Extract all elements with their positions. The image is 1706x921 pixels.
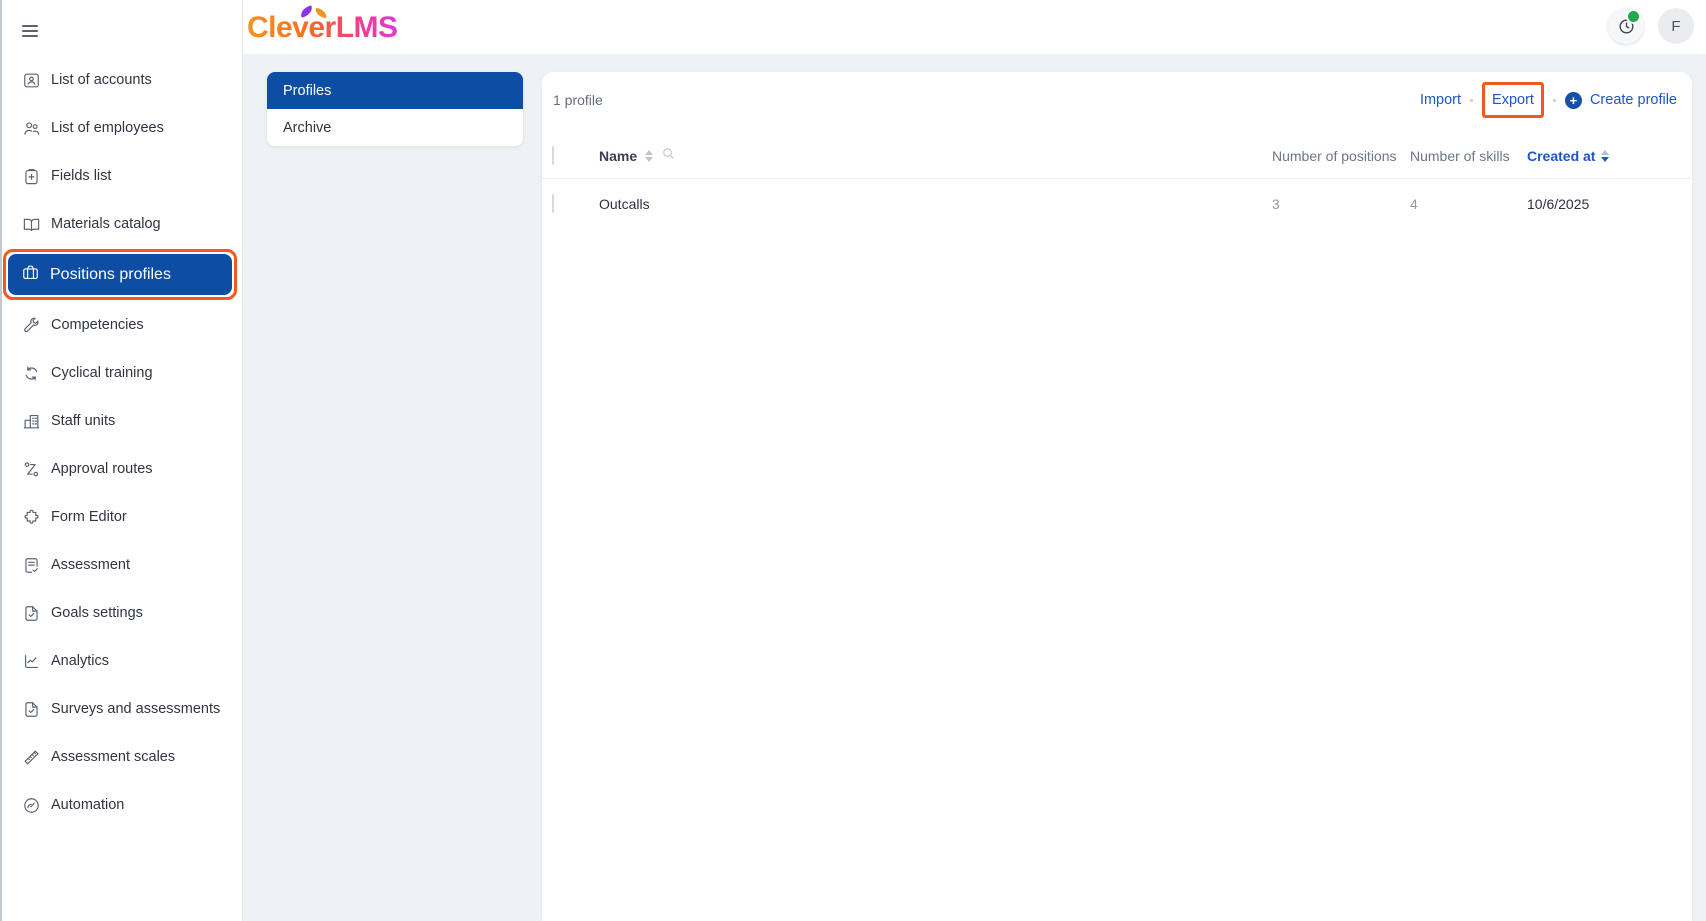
sidebar-item-label: Positions profiles <box>50 265 171 283</box>
ruler-icon <box>21 747 41 767</box>
column-header-skills[interactable]: Number of skills <box>1410 148 1527 164</box>
sort-icon-active <box>1601 150 1610 162</box>
sidebar-item-staff-units[interactable]: Staff units <box>0 397 242 445</box>
open-book-icon <box>21 214 41 234</box>
separator-dot <box>1552 98 1556 102</box>
import-button[interactable]: Import <box>1420 92 1461 108</box>
highlight-outline: Positions profiles <box>3 249 237 300</box>
column-header-created-at[interactable]: Created at <box>1527 148 1677 164</box>
people-icon <box>21 118 41 138</box>
sidebar-item-form-editor[interactable]: Form Editor <box>0 493 242 541</box>
sidebar-item-positions-profiles[interactable]: Positions profiles <box>8 254 232 295</box>
sidebar-item-list-of-employees[interactable]: List of employees <box>0 104 242 152</box>
toolbar-actions: Import Export + Create profile <box>1420 82 1677 118</box>
sidebar-item-label: Assessment scales <box>51 749 176 765</box>
sidebar-item-assessment-scales[interactable]: Assessment scales <box>0 733 242 781</box>
search-icon[interactable] <box>661 146 676 166</box>
recent-activity-button[interactable] <box>1608 8 1644 44</box>
column-header-positions[interactable]: Number of positions <box>1272 148 1410 164</box>
line-chart-icon <box>21 651 41 671</box>
building-icon <box>21 411 41 431</box>
sidebar-item-label: Materials catalog <box>51 216 161 232</box>
refresh-icon <box>21 363 41 383</box>
tab-archive-label: Archive <box>283 119 332 136</box>
hamburger-menu-button[interactable] <box>22 20 48 42</box>
sidebar-item-label: Fields list <box>51 168 112 184</box>
export-button[interactable]: Export <box>1492 92 1534 108</box>
sidebar-item-label: Cyclical training <box>51 365 153 381</box>
sidebar-item-label: Surveys and assessments <box>51 701 221 717</box>
cell-created-at: 10/6/2025 <box>1527 196 1590 212</box>
sidebar: List of accounts List of employees Field… <box>0 0 243 921</box>
tab-profiles[interactable]: Profiles <box>267 72 523 109</box>
sidebar-item-competencies[interactable]: Competencies <box>0 301 242 349</box>
file-check-icon <box>21 699 41 719</box>
sidebar-item-label: Competencies <box>51 317 144 333</box>
column-header-created-at-label: Created at <box>1527 148 1596 164</box>
sidebar-item-label: Assessment <box>51 557 130 573</box>
row-checkbox[interactable] <box>552 194 554 213</box>
plus-icon: + <box>1564 91 1582 109</box>
sidebar-item-label: Automation <box>51 797 125 813</box>
sidebar-item-list-of-accounts[interactable]: List of accounts <box>0 56 242 104</box>
create-profile-label: Create profile <box>1589 92 1677 108</box>
separator-dot <box>1470 98 1474 102</box>
sidebar-item-label: Staff units <box>51 413 116 429</box>
tab-archive[interactable]: Archive <box>267 109 523 146</box>
sidebar-item-label: List of employees <box>51 120 164 136</box>
sidebar-item-surveys-and-assessments[interactable]: Surveys and assessments <box>0 685 242 733</box>
sidebar-item-label: Form Editor <box>51 509 127 525</box>
wrench-icon <box>21 315 41 335</box>
sidebar-item-assessment[interactable]: Assessment <box>0 541 242 589</box>
sidebar-item-label: Goals settings <box>51 605 143 621</box>
select-all-checkbox[interactable] <box>552 146 554 165</box>
sidebar-nav: List of accounts List of employees Field… <box>0 56 242 829</box>
toolbar: 1 profile Import Export + Create profile <box>542 72 1692 124</box>
profile-count-label: 1 profile <box>553 92 603 108</box>
route-nodes-icon <box>21 459 41 479</box>
table-header-row: Name Number of positions Number of skill… <box>542 134 1692 179</box>
avatar-initial: F <box>1671 17 1681 35</box>
create-profile-button[interactable]: + Create profile <box>1564 91 1677 109</box>
column-header-name[interactable]: Name <box>599 148 637 164</box>
clipboard-plus-icon <box>21 166 41 186</box>
tab-profiles-label: Profiles <box>283 82 332 99</box>
sidebar-item-approval-routes[interactable]: Approval routes <box>0 445 242 493</box>
sidebar-item-label: Analytics <box>51 653 110 669</box>
export-highlight-outline: Export <box>1482 82 1544 118</box>
sidebar-item-fields-list[interactable]: Fields list <box>0 152 242 200</box>
document-check-icon <box>21 555 41 575</box>
sidebar-item-goals-settings[interactable]: Goals settings <box>0 589 242 637</box>
status-badge-dot <box>1626 9 1641 24</box>
sidebar-item-analytics[interactable]: Analytics <box>0 637 242 685</box>
sidebar-item-label: Approval routes <box>51 461 153 477</box>
sort-icon[interactable] <box>645 150 654 162</box>
sidebar-item-label: List of accounts <box>51 72 152 88</box>
cell-skills-count: 4 <box>1410 196 1418 212</box>
avatar[interactable]: F <box>1658 8 1694 44</box>
file-check-icon <box>21 603 41 623</box>
puzzle-icon <box>21 507 41 527</box>
cell-positions-count: 3 <box>1272 196 1280 212</box>
briefcase-icon <box>21 263 40 287</box>
app-window: CleverLMS F List of accounts List of emp… <box>0 0 1706 921</box>
window-left-edge <box>0 0 2 921</box>
profiles-card: 1 profile Import Export + Create profile… <box>542 72 1692 921</box>
sidebar-item-cyclical-training[interactable]: Cyclical training <box>0 349 242 397</box>
sidebar-item-materials-catalog[interactable]: Materials catalog <box>0 200 242 248</box>
gauge-icon <box>21 795 41 815</box>
table-row[interactable]: Outcalls 3 4 10/6/2025 <box>542 179 1692 229</box>
sidebar-item-automation[interactable]: Automation <box>0 781 242 829</box>
cell-profile-name[interactable]: Outcalls <box>599 196 1272 212</box>
account-card-icon <box>21 70 41 90</box>
subnav-panel: Profiles Archive <box>267 72 523 146</box>
